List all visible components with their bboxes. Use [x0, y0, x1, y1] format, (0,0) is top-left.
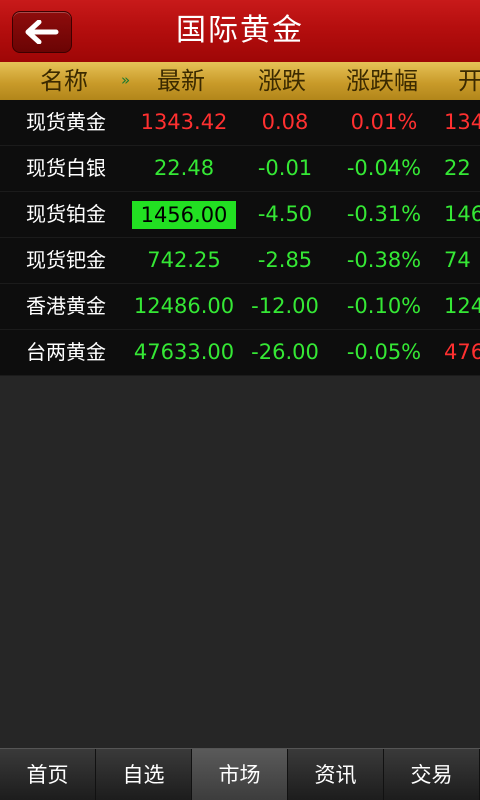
row-latest-highlighted: 1456.00 [132, 201, 236, 229]
quote-table: 现货黄金 1343.42 0.08 0.01% 134 现货白银 22.48 -… [0, 100, 480, 376]
tab-home[interactable]: 首页 [0, 749, 96, 800]
row-latest: 12486.00 [133, 294, 235, 318]
row-name: 香港黄金 [26, 294, 106, 318]
tab-watchlist[interactable]: 自选 [96, 749, 192, 800]
row-open: 124 [444, 294, 480, 318]
row-name: 台两黄金 [26, 340, 106, 364]
row-change-pct: -0.38% [346, 248, 422, 272]
row-open: 74 [444, 248, 471, 272]
table-row[interactable]: 现货白银 22.48 -0.01 -0.04% 22 [0, 146, 480, 192]
column-header-bar: 名称 » 最新 涨跌 涨跌幅 开 [0, 62, 480, 101]
row-change-pct: -0.04% [346, 156, 422, 180]
table-row[interactable]: 现货钯金 742.25 -2.85 -0.38% 74 [0, 238, 480, 284]
row-change-pct: 0.01% [350, 110, 418, 134]
row-name: 现货黄金 [26, 110, 106, 134]
row-latest: 22.48 [153, 156, 215, 180]
row-change: -0.01 [257, 156, 313, 180]
bottom-nav: 首页 自选 市场 资讯 交易 [0, 748, 480, 800]
row-latest: 742.25 [147, 248, 221, 272]
row-latest: 1343.42 [140, 110, 228, 134]
row-latest: 47633.00 [133, 340, 235, 364]
tab-market[interactable]: 市场 [192, 749, 288, 800]
row-change-pct: -0.10% [346, 294, 422, 318]
app-screen: 国际黄金 名称 » 最新 涨跌 涨跌幅 开 现货黄金 1343.42 0.08 … [0, 0, 480, 800]
tab-news[interactable]: 资讯 [288, 749, 384, 800]
table-row[interactable]: 现货黄金 1343.42 0.08 0.01% 134 [0, 100, 480, 146]
row-name: 现货白银 [26, 156, 106, 180]
column-header-open[interactable]: 开 [458, 62, 480, 100]
row-open: 22 [444, 156, 471, 180]
column-header-name[interactable]: 名称 [40, 62, 88, 100]
row-change: -12.00 [251, 294, 319, 318]
table-row[interactable]: 现货铂金 1456.00 -4.50 -0.31% 146 [0, 192, 480, 238]
arrow-left-icon [25, 20, 59, 44]
row-name: 现货铂金 [26, 202, 106, 226]
scroll-right-icon: » [121, 71, 131, 89]
page-title: 国际黄金 [176, 13, 304, 48]
row-change: 0.08 [261, 110, 309, 134]
row-change: -2.85 [257, 248, 313, 272]
row-change: -26.00 [251, 340, 319, 364]
column-header-latest[interactable]: 最新 [157, 62, 205, 100]
back-button[interactable] [12, 11, 72, 53]
tab-trade[interactable]: 交易 [384, 749, 480, 800]
column-header-change-pct[interactable]: 涨跌幅 [346, 62, 418, 100]
row-name: 现货钯金 [26, 248, 106, 272]
title-bar: 国际黄金 [0, 0, 480, 63]
row-open: 134 [444, 110, 480, 134]
row-open: 476 [444, 340, 480, 364]
table-row[interactable]: 香港黄金 12486.00 -12.00 -0.10% 124 [0, 284, 480, 330]
row-change: -4.50 [257, 202, 313, 226]
table-row[interactable]: 台两黄金 47633.00 -26.00 -0.05% 476 [0, 330, 480, 376]
column-header-change[interactable]: 涨跌 [258, 62, 306, 100]
row-open: 146 [444, 202, 480, 226]
row-change-pct: -0.31% [346, 202, 422, 226]
row-change-pct: -0.05% [346, 340, 422, 364]
